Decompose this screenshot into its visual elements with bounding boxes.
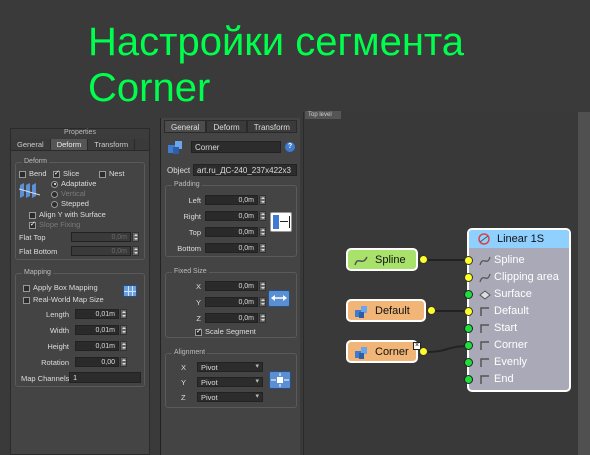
corner-output-port[interactable] bbox=[419, 347, 428, 356]
linear-array-icon bbox=[478, 233, 490, 245]
spline-node-icon bbox=[354, 256, 368, 266]
linear-input-clipping-area[interactable]: Clipping area bbox=[464, 269, 569, 286]
linear-input-evenly[interactable]: Evenly bbox=[464, 354, 569, 371]
corner-node-label: Corner bbox=[375, 346, 409, 358]
default-node-icon bbox=[355, 306, 367, 318]
surface-input-port[interactable] bbox=[464, 290, 473, 299]
default-node-label: Default bbox=[375, 305, 410, 317]
clipping-curve-icon bbox=[479, 273, 491, 283]
spline-node[interactable]: Spline bbox=[346, 248, 418, 271]
linear-row-label: Corner bbox=[494, 339, 528, 351]
linear-row-label: Surface bbox=[494, 288, 532, 300]
surface-icon bbox=[479, 290, 491, 300]
corner-node-icon bbox=[355, 347, 367, 359]
linear-row-label: Evenly bbox=[494, 356, 528, 368]
spline-input-port[interactable] bbox=[464, 256, 473, 265]
default-node[interactable]: Default bbox=[346, 299, 426, 322]
linear-row-label: Spline bbox=[494, 254, 525, 266]
evenly-segment-icon bbox=[480, 358, 489, 367]
linear-input-surface[interactable]: Surface bbox=[464, 286, 569, 303]
spline-output-port[interactable] bbox=[419, 255, 428, 264]
linear-row-label: Start bbox=[494, 322, 518, 334]
end-input-port[interactable] bbox=[464, 375, 473, 384]
linear-input-spline[interactable]: Spline bbox=[464, 252, 569, 269]
linear-input-corner[interactable]: Corner bbox=[464, 337, 569, 354]
start-input-port[interactable] bbox=[464, 324, 473, 333]
linear-1s-node[interactable]: Linear 1S Spline Clipping area Surface D… bbox=[464, 228, 571, 392]
linear-row-label: End bbox=[494, 373, 514, 385]
linear-input-start[interactable]: Start bbox=[464, 320, 569, 337]
linear-row-label: Default bbox=[494, 305, 529, 317]
corner-node[interactable]: Corner bbox=[346, 340, 418, 363]
clipping-area-input-port[interactable] bbox=[464, 273, 473, 282]
default-output-port[interactable] bbox=[427, 306, 436, 315]
corner-segment-icon bbox=[480, 341, 489, 350]
evenly-input-port[interactable] bbox=[464, 358, 473, 367]
corner-input-port[interactable] bbox=[464, 341, 473, 350]
linear-input-end[interactable]: End bbox=[464, 371, 569, 388]
default-input-port[interactable] bbox=[464, 307, 473, 316]
spline-node-label: Spline bbox=[375, 254, 406, 266]
start-segment-icon bbox=[480, 324, 489, 333]
spline-curve-icon bbox=[479, 256, 491, 266]
linear-1s-title: Linear 1S bbox=[497, 233, 545, 245]
linear-1s-header[interactable]: Linear 1S bbox=[469, 230, 569, 248]
linear-input-default[interactable]: Default bbox=[464, 303, 569, 320]
default-segment-icon bbox=[480, 307, 489, 316]
linear-row-label: Clipping area bbox=[494, 271, 559, 283]
end-segment-icon bbox=[480, 375, 489, 384]
